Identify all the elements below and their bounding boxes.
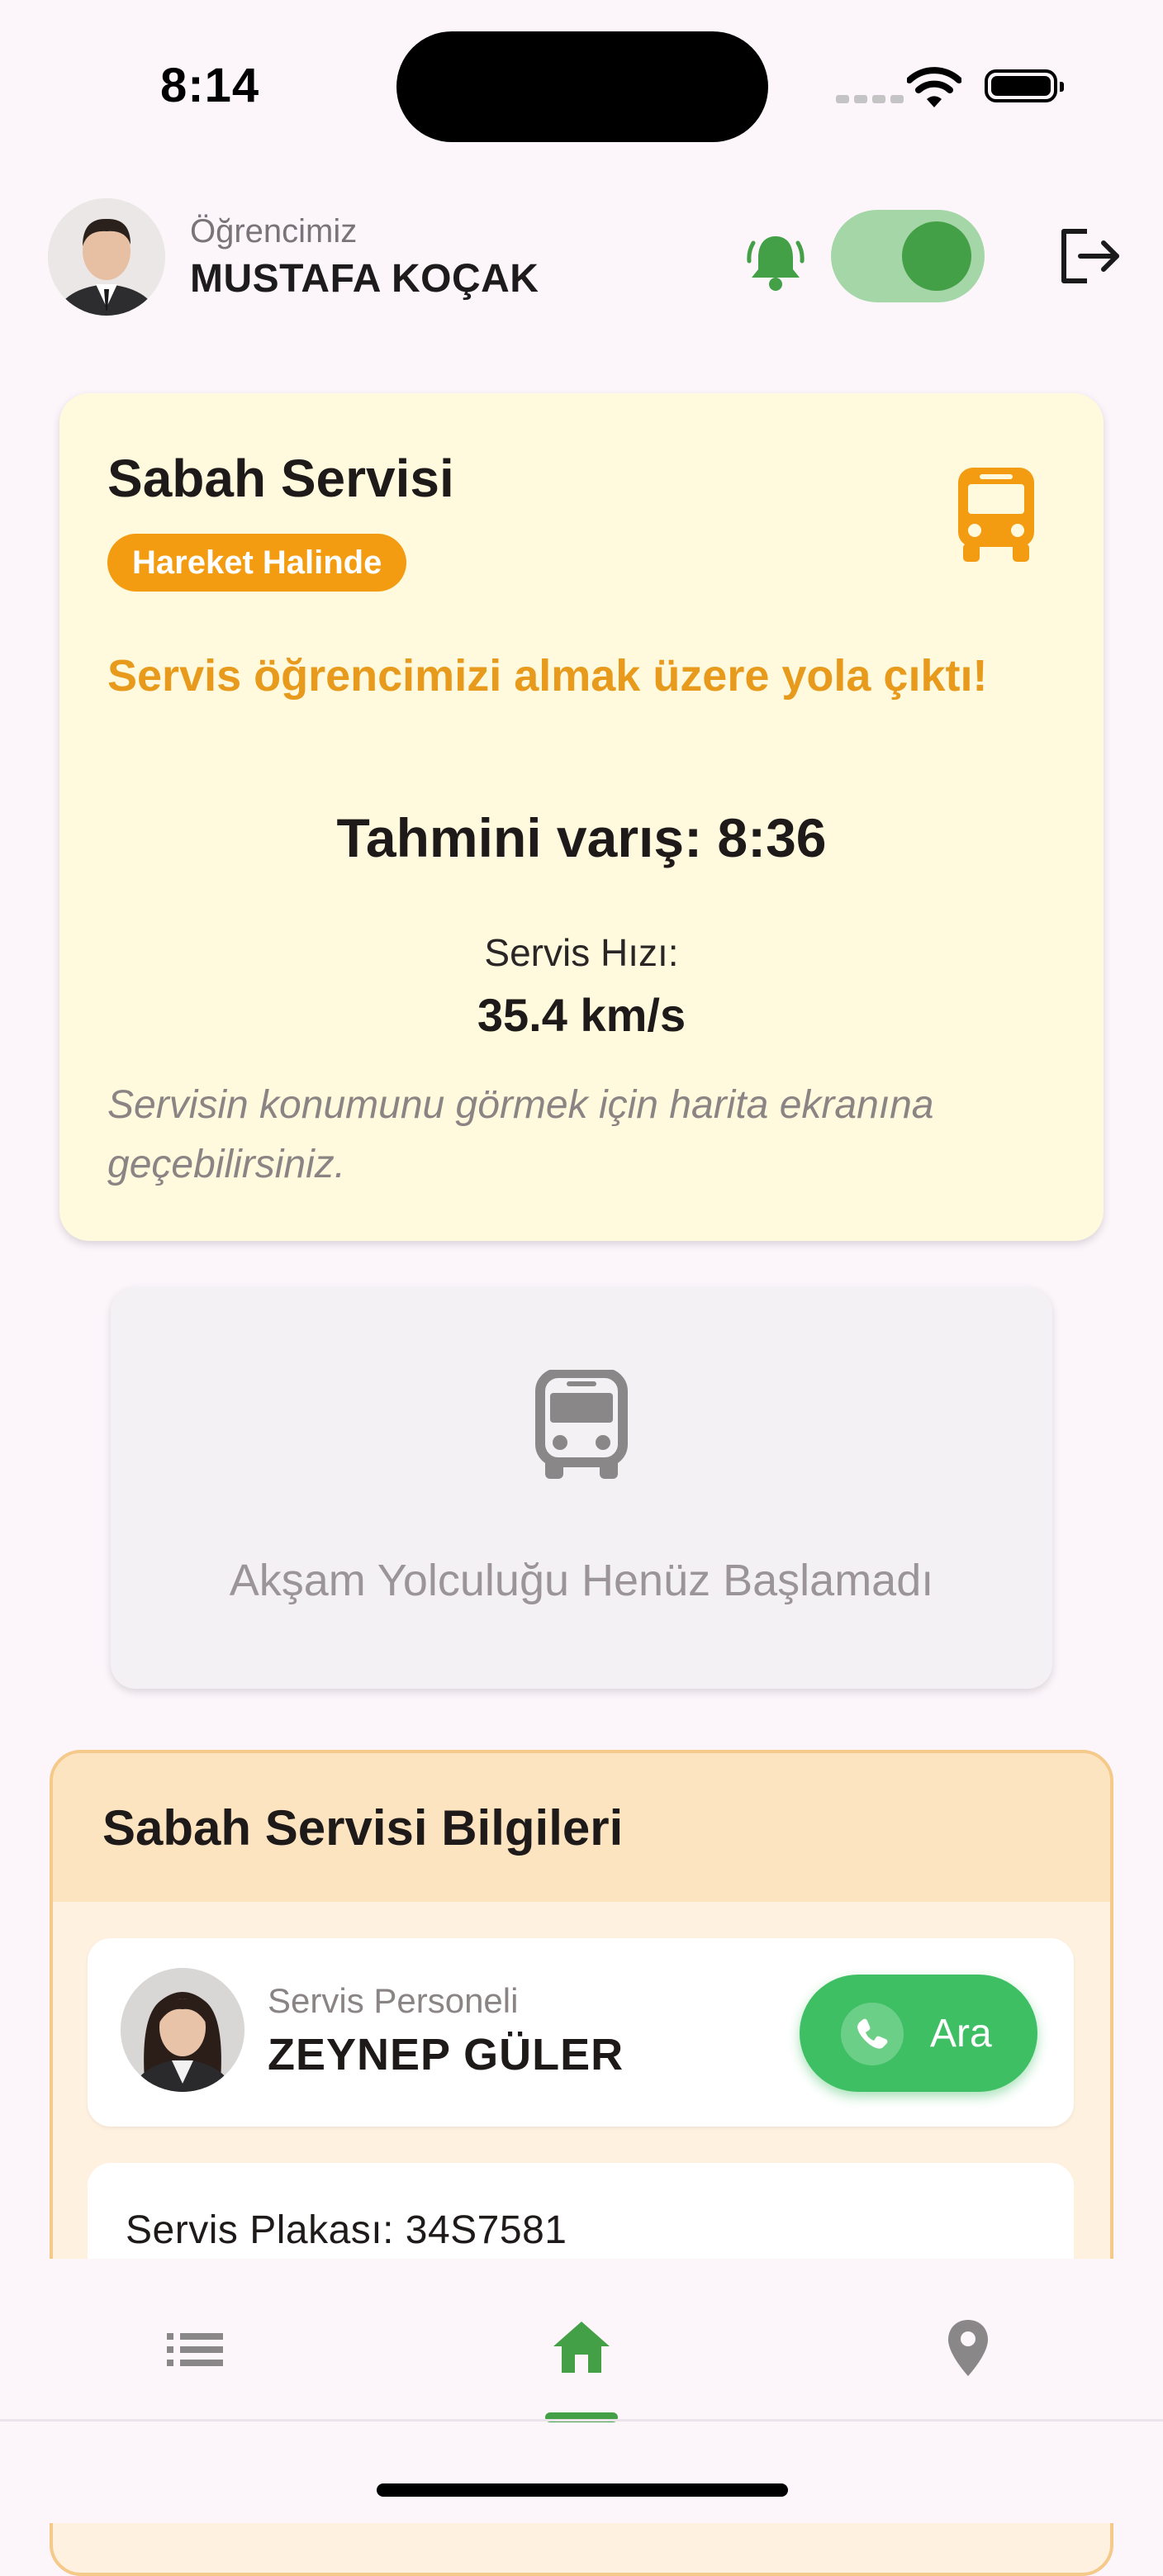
- call-button[interactable]: [800, 1975, 1037, 2092]
- student-avatar[interactable]: [48, 198, 165, 316]
- notification-toggle[interactable]: [831, 210, 985, 302]
- toggle-knob: [902, 221, 971, 291]
- nav-divider: [0, 2419, 1163, 2422]
- home-indicator[interactable]: [377, 2483, 788, 2497]
- speed-value: 35.4 km/s: [477, 989, 686, 1041]
- estimated-arrival: Tahmini varış: 8:36: [336, 807, 827, 868]
- evening-status-text: Akşam Yolculuğu Henüz Başlamadı: [229, 1556, 934, 1605]
- bus-icon: [534, 1368, 629, 1486]
- info-panel-title: Sabah Servisi Bilgileri: [102, 1800, 624, 1856]
- home-icon[interactable]: [552, 2320, 611, 2379]
- map-hint: Servisin konumunu görmek için harita ekr…: [107, 1083, 934, 1186]
- speed-label: Servis Hızı:: [484, 931, 679, 974]
- location-pin-icon[interactable]: [947, 2318, 990, 2382]
- battery-icon: [985, 69, 1064, 102]
- staff-avatar: [121, 1968, 244, 2092]
- student-caption: Öğrencimiz: [190, 213, 358, 250]
- bus-icon: [955, 466, 1037, 568]
- status-badge: Hareket Halinde: [107, 534, 407, 592]
- bell-icon[interactable]: [747, 231, 805, 297]
- status-time: 8:14: [160, 59, 260, 112]
- logout-icon[interactable]: [1057, 226, 1123, 290]
- wifi-icon: [906, 66, 962, 113]
- staff-name: ZEYNEP GÜLER: [268, 2030, 624, 2079]
- dynamic-island: [396, 31, 768, 142]
- plate-number: Servis Plakası: 34S7581: [126, 2208, 567, 2252]
- list-icon[interactable]: [167, 2331, 223, 2372]
- call-button-label: Ara: [930, 2012, 992, 2056]
- cellular-signal-icon: [836, 93, 912, 104]
- phone-icon: [841, 2003, 904, 2065]
- evening-service-card[interactable]: [111, 1287, 1052, 1689]
- status-message: Servis öğrencimizi almak üzere yola çıkt…: [107, 651, 988, 701]
- morning-card-title: Sabah Servisi: [107, 449, 454, 508]
- student-name: MUSTAFA KOÇAK: [190, 257, 539, 301]
- staff-caption: Servis Personeli: [268, 1981, 519, 2020]
